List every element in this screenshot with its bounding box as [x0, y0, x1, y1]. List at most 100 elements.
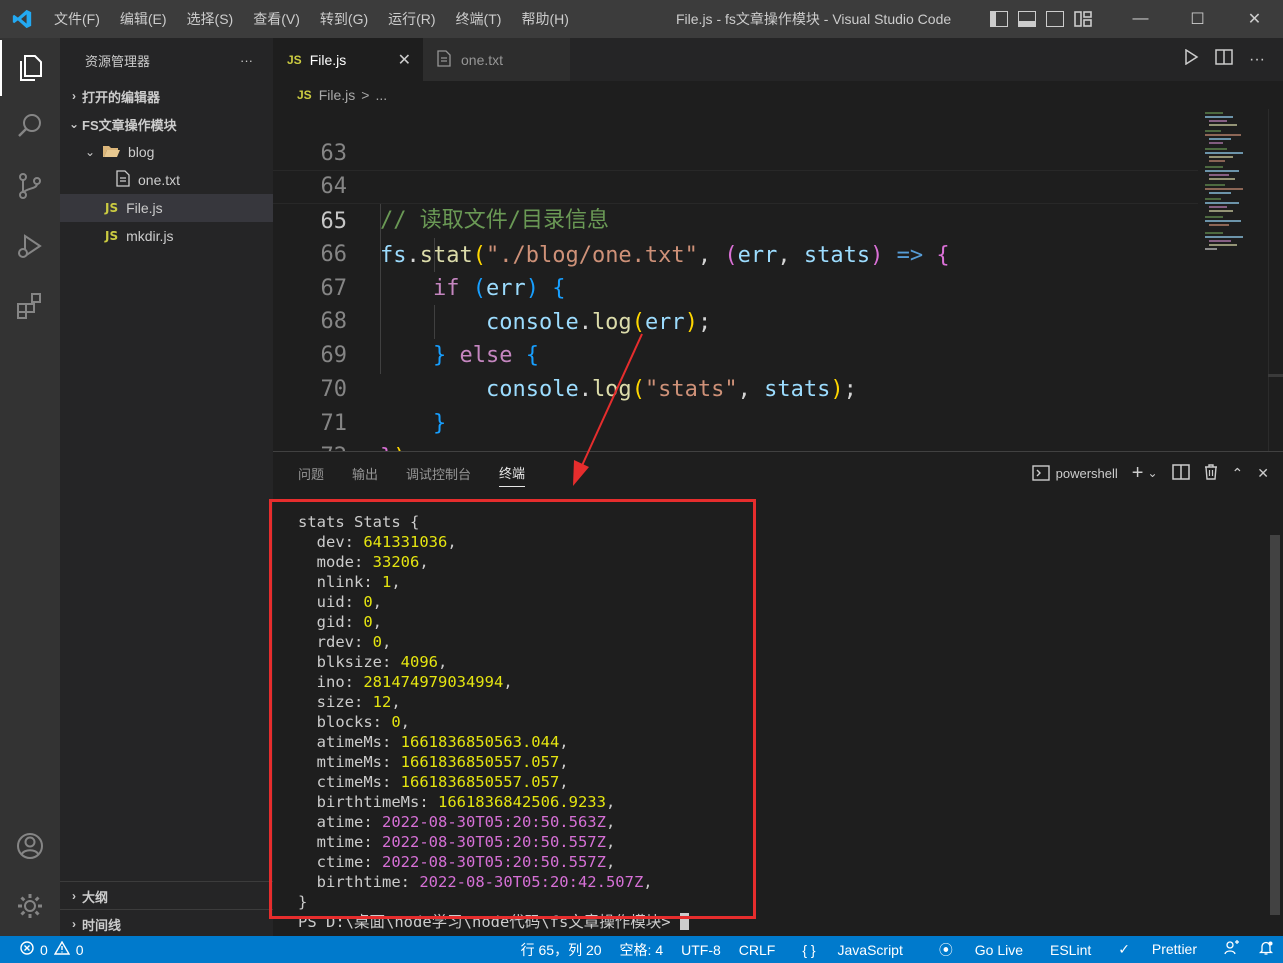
folder-open-icon [102, 144, 120, 161]
extensions-icon[interactable] [0, 278, 60, 334]
editor-tabs: JS File.js ✕ one.txt ··· [273, 38, 1283, 81]
terminal-icon [1031, 465, 1050, 481]
search-icon[interactable] [0, 98, 60, 154]
layout-controls [990, 0, 1092, 38]
tab-terminal[interactable]: 终端 [499, 463, 526, 487]
minimize-icon[interactable]: — [1112, 0, 1169, 38]
explorer-icon[interactable] [0, 40, 60, 96]
toggle-secondary-sidebar-icon[interactable] [1046, 11, 1064, 27]
menu-edit[interactable]: 编辑(E) [110, 0, 177, 38]
chevron-down-icon[interactable]: ⌄ [1147, 466, 1157, 480]
code-line: 70 } [273, 339, 1198, 436]
explorer-header: 资源管理器 ··· [60, 38, 273, 82]
workspace-folder[interactable]: ⌄ FS文章操作模块 [60, 110, 273, 138]
window-controls: — ☐ ✕ [1112, 0, 1283, 38]
go-live-button[interactable]: ⦿ Go Live [921, 940, 1041, 960]
code-line: 69 console.log("stats", stats); [273, 305, 1198, 402]
code-line: 71 }); [273, 373, 1198, 451]
folder-blog[interactable]: ⌄ blog [60, 138, 273, 166]
explorer-sidebar: 资源管理器 ··· › 打开的编辑器 ⌄ FS文章操作模块 ⌄ blog one… [60, 38, 273, 936]
prettier-label: Prettier [1151, 941, 1197, 957]
eslint-status[interactable]: ESLint [1041, 942, 1100, 958]
toggle-panel-icon[interactable] [1018, 11, 1036, 27]
workspace-folder-label: FS文章操作模块 [82, 117, 177, 133]
menu-view[interactable]: 查看(V) [243, 0, 310, 38]
indent-guide [380, 204, 381, 374]
minimap[interactable] [1203, 109, 1273, 259]
customize-layout-icon[interactable] [1074, 11, 1092, 27]
outline-section[interactable]: › 大纲 [60, 881, 273, 910]
accounts-icon[interactable] [0, 818, 60, 874]
folder-blog-label: blog [128, 144, 155, 160]
cursor-position[interactable]: 行 65，列 20 [512, 940, 611, 960]
open-editors-section[interactable]: › 打开的编辑器 [60, 82, 273, 110]
close-panel-icon[interactable]: ✕ [1257, 465, 1269, 482]
maximize-icon[interactable]: ☐ [1169, 0, 1226, 38]
breadcrumb-more[interactable]: ... [375, 87, 387, 103]
editor-more-icon[interactable]: ··· [1249, 51, 1265, 69]
annotation-highlight-box [269, 499, 756, 919]
feedback-icon[interactable] [1215, 940, 1249, 959]
file-mkdir-js-label: mkdir.js [126, 228, 174, 244]
code-line-current: 65 fs.stat("./blog/one.txt", (err, stats… [273, 170, 1198, 268]
toggle-sidebar-icon[interactable] [990, 11, 1008, 27]
source-control-icon[interactable] [0, 158, 60, 214]
tab-one-txt[interactable]: one.txt [423, 38, 571, 81]
file-mkdir-js[interactable]: JS mkdir.js [60, 222, 273, 250]
split-editor-icon[interactable] [1215, 49, 1233, 70]
menu-help[interactable]: 帮助(H) [511, 0, 578, 38]
terminal-scrollbar[interactable] [1270, 535, 1280, 915]
more-actions-button[interactable]: ··· [240, 53, 253, 68]
run-code-icon[interactable] [1183, 48, 1199, 70]
code-line: 66 if (err) { [273, 204, 1198, 301]
maximize-panel-icon[interactable]: ⌃ [1232, 465, 1244, 482]
shell-name: powershell [1055, 465, 1118, 481]
terminal-shell-selector[interactable]: powershell [1031, 465, 1118, 481]
javascript-file-icon: JS [105, 229, 119, 243]
encoding[interactable]: UTF-8 [672, 942, 730, 958]
warning-icon [53, 940, 71, 958]
run-debug-icon[interactable] [0, 218, 60, 274]
problems-status[interactable]: 0 0 [0, 940, 84, 958]
file-file-js-label: File.js [126, 200, 163, 216]
file-file-js[interactable]: JS File.js [60, 194, 273, 222]
broadcast-icon: ⦿ [938, 941, 953, 958]
indent-guide [434, 305, 435, 339]
prettier-status[interactable]: ✓ Prettier [1100, 941, 1215, 958]
chevron-down-icon: ⌄ [84, 145, 96, 159]
code-line: 63 [273, 109, 1198, 166]
scrollbar-track [1268, 109, 1269, 451]
language-mode[interactable]: { } JavaScript [784, 942, 921, 958]
split-terminal-icon[interactable] [1171, 463, 1190, 483]
code-editor[interactable]: 63 64 // 读取文件/目录信息 65 fs.stat("./blog/on… [273, 109, 1283, 451]
timeline-row: › 时间线 [60, 910, 273, 938]
new-terminal-icon[interactable]: + [1132, 462, 1144, 485]
notifications-bell-icon[interactable] [1249, 940, 1283, 959]
outline-label: 大纲 [82, 889, 109, 905]
menu-go[interactable]: 转到(G) [310, 0, 378, 38]
breadcrumb-file[interactable]: File.js [319, 87, 356, 103]
timeline-section[interactable]: › 时间线 [60, 909, 273, 938]
line-ending[interactable]: CRLF [730, 942, 785, 958]
menu-file[interactable]: 文件(F) [44, 0, 110, 38]
breadcrumb-separator: > [361, 87, 370, 103]
trash-icon[interactable] [1204, 463, 1218, 483]
menu-terminal[interactable]: 终端(T) [446, 0, 512, 38]
editor-scrollbar[interactable] [1268, 374, 1283, 377]
menu-selection[interactable]: 选择(S) [177, 0, 244, 38]
close-window-icon[interactable]: ✕ [1226, 0, 1283, 38]
tab-problems[interactable]: 问题 [298, 464, 324, 483]
tab-output[interactable]: 输出 [352, 464, 378, 483]
indentation[interactable]: 空格: 4 [611, 940, 673, 960]
menu-run[interactable]: 运行(R) [378, 0, 445, 38]
chevron-right-icon: › [72, 889, 76, 903]
outline-row: › 大纲 [60, 882, 273, 910]
language-label: JavaScript [837, 941, 903, 958]
tab-file-js[interactable]: JS File.js ✕ [273, 38, 423, 81]
tab-debug-console[interactable]: 调试控制台 [406, 464, 471, 483]
close-tab-icon[interactable]: ✕ [398, 50, 411, 70]
file-one-txt[interactable]: one.txt [60, 166, 273, 194]
error-count: 0 [40, 941, 48, 958]
javascript-file-icon: JS [297, 88, 312, 102]
settings-gear-icon[interactable] [0, 878, 60, 934]
